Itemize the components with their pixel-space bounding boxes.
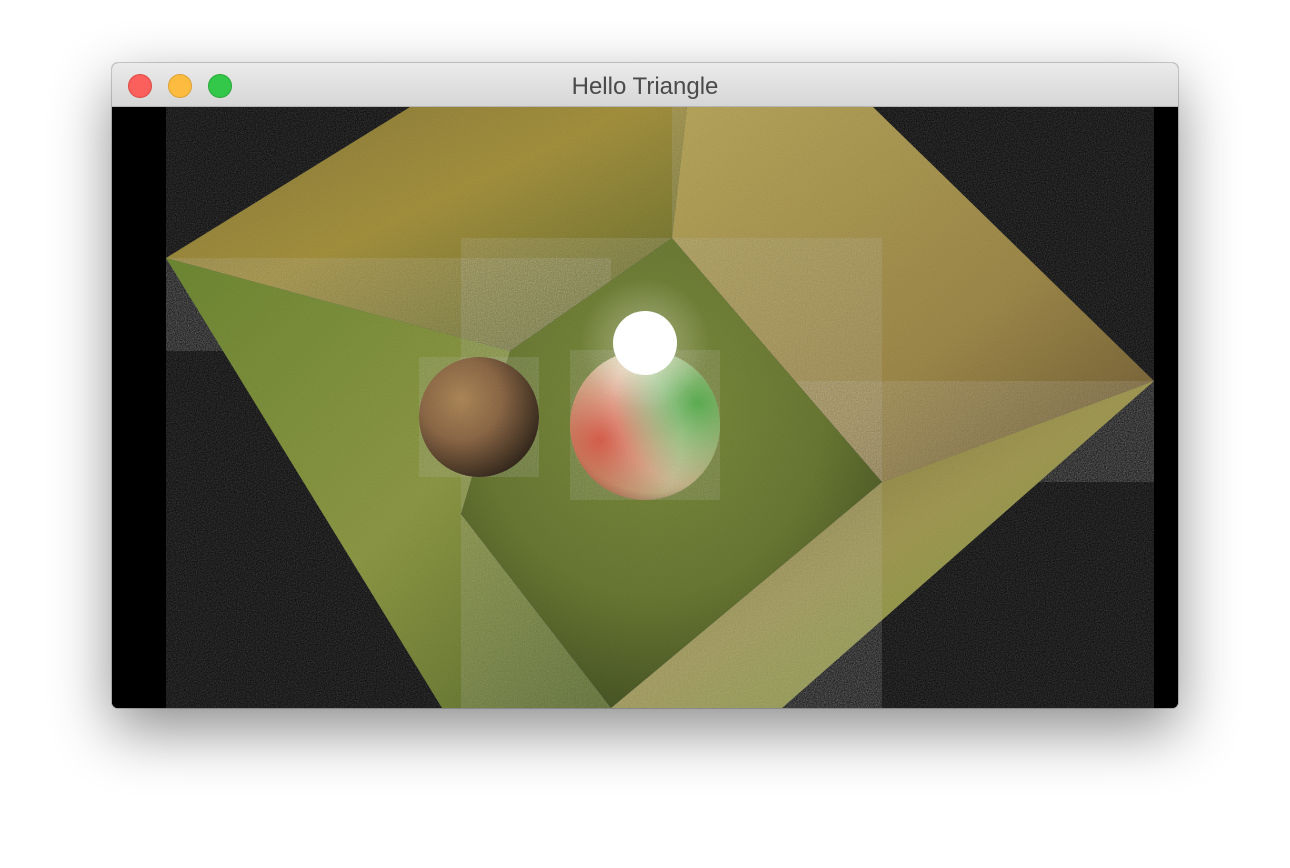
left-sphere [419, 357, 539, 477]
render-viewport[interactable] [112, 107, 1178, 708]
window-title: Hello Triangle [571, 73, 719, 100]
app-window: Hello Triangle [112, 63, 1178, 708]
light-source [613, 311, 677, 375]
title-bar[interactable]: Hello Triangle [112, 63, 1178, 107]
rendered-scene [112, 107, 1178, 708]
